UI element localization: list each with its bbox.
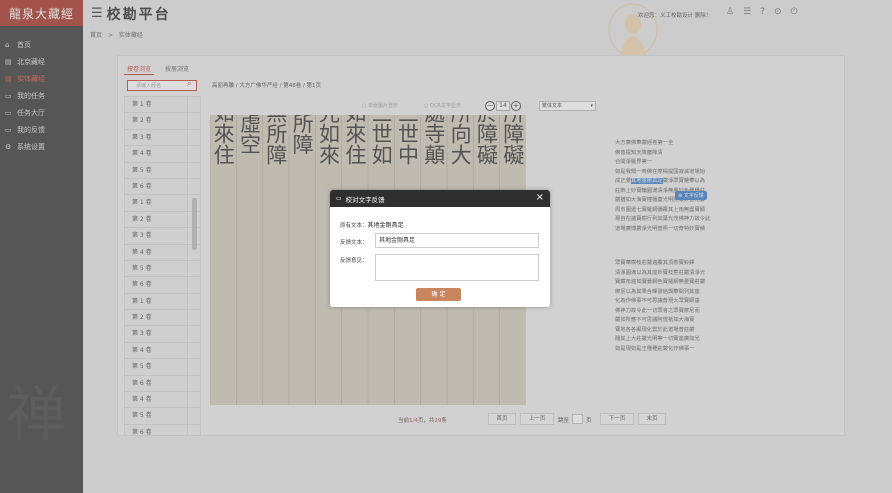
close-icon[interactable]: ×: [536, 192, 544, 203]
modal-title: 校对文字反馈: [345, 195, 385, 204]
feedback-text-input[interactable]: 其地金剛具足: [375, 233, 539, 248]
original-text-label: 原有文本：: [340, 223, 368, 229]
feedback-text-label: 反馈文本：: [340, 240, 368, 246]
original-text-value: 其地金剛具足: [367, 222, 404, 229]
original-text-row: 原有文本：其地金剛具足: [340, 220, 404, 229]
feedback-modal: ▭ 校对文字反馈 × 原有文本：其地金剛具足 反馈文本： 其地金剛具足 反馈意见…: [330, 190, 550, 307]
confirm-button[interactable]: 确 定: [416, 288, 461, 301]
opinion-textarea[interactable]: [375, 254, 539, 281]
opinion-label: 反馈意见：: [340, 258, 368, 264]
modal-header: ▭ 校对文字反馈 ×: [330, 190, 550, 207]
window-icon: ▭: [336, 195, 342, 202]
